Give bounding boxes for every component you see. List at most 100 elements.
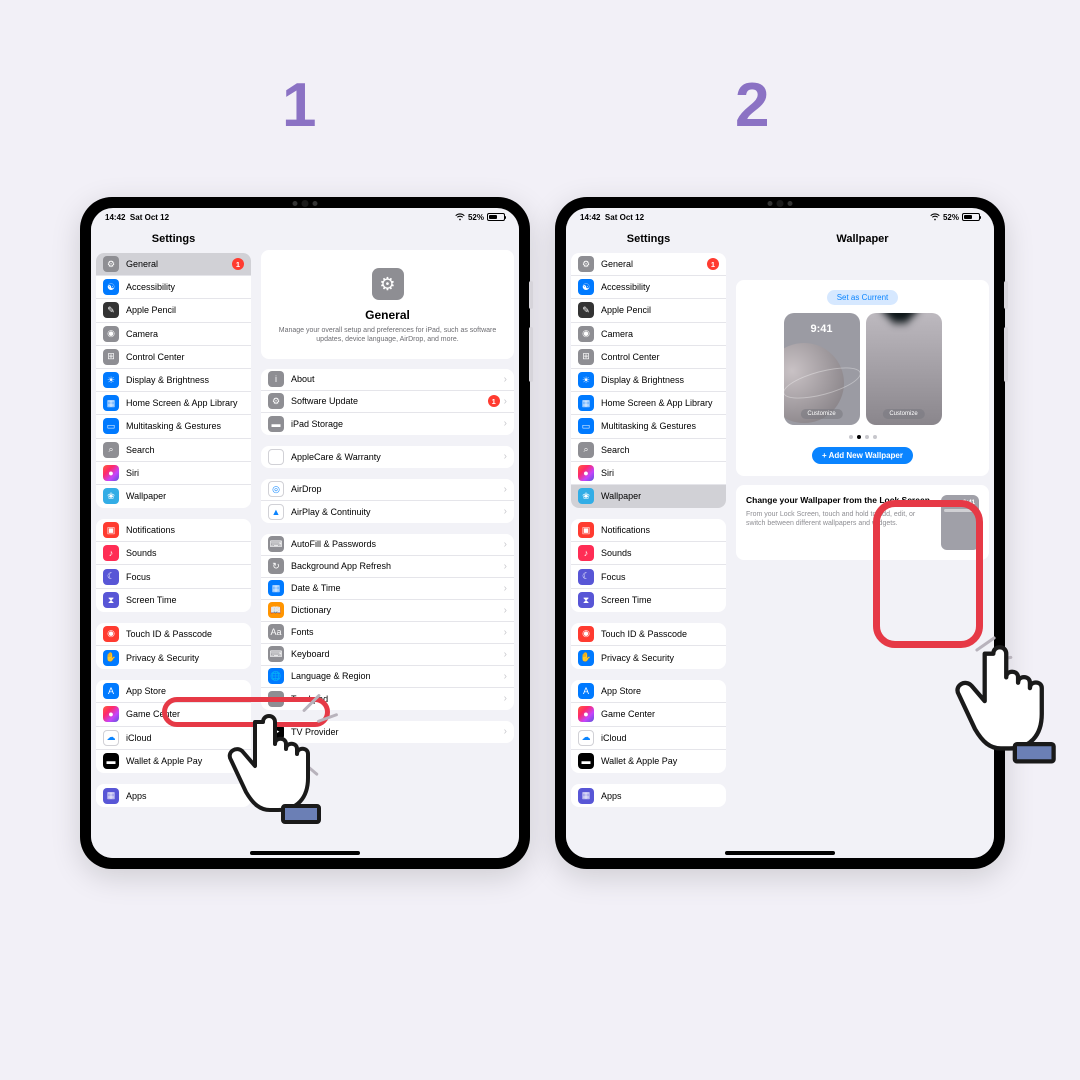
sidebar-item-apple-pencil[interactable]: ✎Apple Pencil <box>96 299 251 322</box>
sidebar-item-accessibility[interactable]: ☯Accessibility <box>96 276 251 299</box>
sidebar-item-touch-id[interactable]: ◉Touch ID & Passcode <box>96 623 251 646</box>
fingerprint-icon: ◉ <box>578 626 594 642</box>
detail-item-date-time[interactable]: ▦Date & Time› <box>261 578 514 600</box>
font-icon: Aa <box>268 624 284 640</box>
sidebar-item-search[interactable]: ⌕Search <box>571 439 726 462</box>
customize-button[interactable]: Customize <box>800 409 842 419</box>
chevron-right-icon: › <box>504 605 507 616</box>
sidebar-item-screen-time[interactable]: ⧗Screen Time <box>571 589 726 612</box>
sidebar-item-icloud[interactable]: ☁iCloud <box>96 727 251 750</box>
sidebar-item-home-screen[interactable]: ▦Home Screen & App Library <box>571 392 726 415</box>
sidebar-item-camera[interactable]: ◉Camera <box>571 323 726 346</box>
camera-icon: ◉ <box>103 326 119 342</box>
chevron-right-icon: › <box>504 693 507 704</box>
sidebar-item-notifications[interactable]: ▣Notifications <box>571 519 726 542</box>
chevron-right-icon: › <box>504 539 507 550</box>
sidebar-item-focus[interactable]: ☾Focus <box>96 565 251 588</box>
sidebar-item-display[interactable]: ☀Display & Brightness <box>96 369 251 392</box>
detail-item-tv-provider[interactable]: ▶TV Provider› <box>261 721 514 743</box>
sidebar-item-wallet[interactable]: ▬Wallet & Apple Pay <box>571 750 726 773</box>
sidebar-item-multitasking[interactable]: ▭Multitasking & Gestures <box>571 415 726 438</box>
home-indicator[interactable] <box>250 851 360 855</box>
notification-badge: 1 <box>488 395 500 407</box>
mini-time: 9:41 <box>963 500 975 506</box>
sidebar-item-privacy[interactable]: ✋Privacy & Security <box>571 646 726 669</box>
sidebar-item-touch-id[interactable]: ◉Touch ID & Passcode <box>571 623 726 646</box>
add-new-wallpaper-button[interactable]: + Add New Wallpaper <box>812 447 913 464</box>
sidebar-item-focus[interactable]: ☾Focus <box>571 565 726 588</box>
sidebar-item-privacy[interactable]: ✋Privacy & Security <box>96 646 251 669</box>
detail-item-software-update[interactable]: ⚙Software Update1› <box>261 391 514 413</box>
sidebar-item-control-center[interactable]: ⊞Control Center <box>96 346 251 369</box>
preview-time: 9:41 <box>810 323 832 335</box>
multitask-icon: ▭ <box>103 418 119 434</box>
sidebar-item-wallpaper[interactable]: ❀Wallpaper <box>96 485 251 508</box>
battery-percent: 52% <box>468 213 484 222</box>
battery-icon <box>962 213 980 221</box>
wifi-icon <box>455 213 465 221</box>
volume-buttons <box>1004 327 1008 382</box>
power-button <box>529 281 533 309</box>
ipad-device-1: 14:42 Sat Oct 12 52% Settings ⚙General1 … <box>80 197 530 869</box>
sidebar-item-search[interactable]: ⌕Search <box>96 439 251 462</box>
sidebar-item-wallpaper[interactable]: ❀Wallpaper <box>571 485 726 508</box>
settings-title: Settings <box>571 224 726 253</box>
appstore-icon: A <box>103 683 119 699</box>
sidebar-item-sounds[interactable]: ♪Sounds <box>96 542 251 565</box>
sidebar-item-siri[interactable]: ●Siri <box>96 462 251 485</box>
status-bar: 14:42 Sat Oct 12 52% <box>91 208 519 224</box>
sidebar-item-app-store[interactable]: AApp Store <box>96 680 251 703</box>
battery-percent: 52% <box>943 213 959 222</box>
detail-item-fonts[interactable]: AaFonts› <box>261 622 514 644</box>
sidebar-item-general[interactable]: ⚙General1 <box>96 253 251 276</box>
sidebar-item-screen-time[interactable]: ⧗Screen Time <box>96 589 251 612</box>
wallpaper-preview-home[interactable]: Customize <box>866 313 942 425</box>
trackpad-icon: ▭ <box>268 691 284 707</box>
ipad-device-2: 14:42 Sat Oct 12 52% Settings ⚙General1 … <box>555 197 1005 869</box>
speaker-icon: ♪ <box>578 545 594 561</box>
chevron-right-icon: › <box>504 649 507 660</box>
settings-sidebar: Settings ⚙General1 ☯Accessibility ✎Apple… <box>91 224 256 858</box>
customize-button[interactable]: Customize <box>882 409 924 419</box>
sidebar-item-apps[interactable]: ▦Apps <box>571 784 726 807</box>
sidebar-item-multitasking[interactable]: ▭Multitasking & Gestures <box>96 415 251 438</box>
detail-item-storage[interactable]: ▬iPad Storage› <box>261 413 514 435</box>
sidebar-item-general[interactable]: ⚙General1 <box>571 253 726 276</box>
detail-pane-wallpaper: Wallpaper Set as Current 9:41 Customize … <box>731 224 994 858</box>
sidebar-item-game-center[interactable]: ●Game Center <box>571 703 726 726</box>
sidebar-item-control-center[interactable]: ⊞Control Center <box>571 346 726 369</box>
sidebar-item-apple-pencil[interactable]: ✎Apple Pencil <box>571 299 726 322</box>
chevron-right-icon: › <box>504 418 507 429</box>
sidebar-item-siri[interactable]: ●Siri <box>571 462 726 485</box>
detail-item-keyboard[interactable]: ⌨Keyboard› <box>261 644 514 666</box>
pencil-icon: ✎ <box>578 302 594 318</box>
detail-item-dictionary[interactable]: 📖Dictionary› <box>261 600 514 622</box>
detail-item-about[interactable]: iAbout› <box>261 369 514 391</box>
detail-item-airplay[interactable]: ▲AirPlay & Continuity› <box>261 501 514 523</box>
sidebar-item-home-screen[interactable]: ▦Home Screen & App Library <box>96 392 251 415</box>
sidebar-item-wallet[interactable]: ▬Wallet & Apple Pay <box>96 750 251 773</box>
wallpaper-preview-lock[interactable]: 9:41 Customize <box>784 313 860 425</box>
sidebar-item-display[interactable]: ☀Display & Brightness <box>571 369 726 392</box>
detail-item-trackpad[interactable]: ▭Trackpad› <box>261 688 514 710</box>
wifi-icon <box>930 213 940 221</box>
sidebar-item-game-center[interactable]: ●Game Center <box>96 703 251 726</box>
chevron-right-icon: › <box>504 561 507 572</box>
sidebar-item-accessibility[interactable]: ☯Accessibility <box>571 276 726 299</box>
home-indicator[interactable] <box>725 851 835 855</box>
sidebar-item-camera[interactable]: ◉Camera <box>96 323 251 346</box>
volume-buttons <box>529 327 533 382</box>
sidebar-item-app-store[interactable]: AApp Store <box>571 680 726 703</box>
home-icon: ▦ <box>578 395 594 411</box>
set-as-current-button[interactable]: Set as Current <box>827 290 899 305</box>
sidebar-item-icloud[interactable]: ☁iCloud <box>571 727 726 750</box>
sidebar-item-notifications[interactable]: ▣Notifications <box>96 519 251 542</box>
sidebar-item-apps[interactable]: ▦Apps <box>96 784 251 807</box>
detail-item-autofill[interactable]: ⌨AutoFill & Passwords› <box>261 534 514 556</box>
detail-item-applecare[interactable]: AppleCare & Warranty› <box>261 446 514 468</box>
globe-icon: 🌐 <box>268 668 284 684</box>
detail-item-airdrop[interactable]: ◎AirDrop› <box>261 479 514 501</box>
sidebar-item-sounds[interactable]: ♪Sounds <box>571 542 726 565</box>
detail-item-bg-refresh[interactable]: ↻Background App Refresh› <box>261 556 514 578</box>
detail-item-language[interactable]: 🌐Language & Region› <box>261 666 514 688</box>
